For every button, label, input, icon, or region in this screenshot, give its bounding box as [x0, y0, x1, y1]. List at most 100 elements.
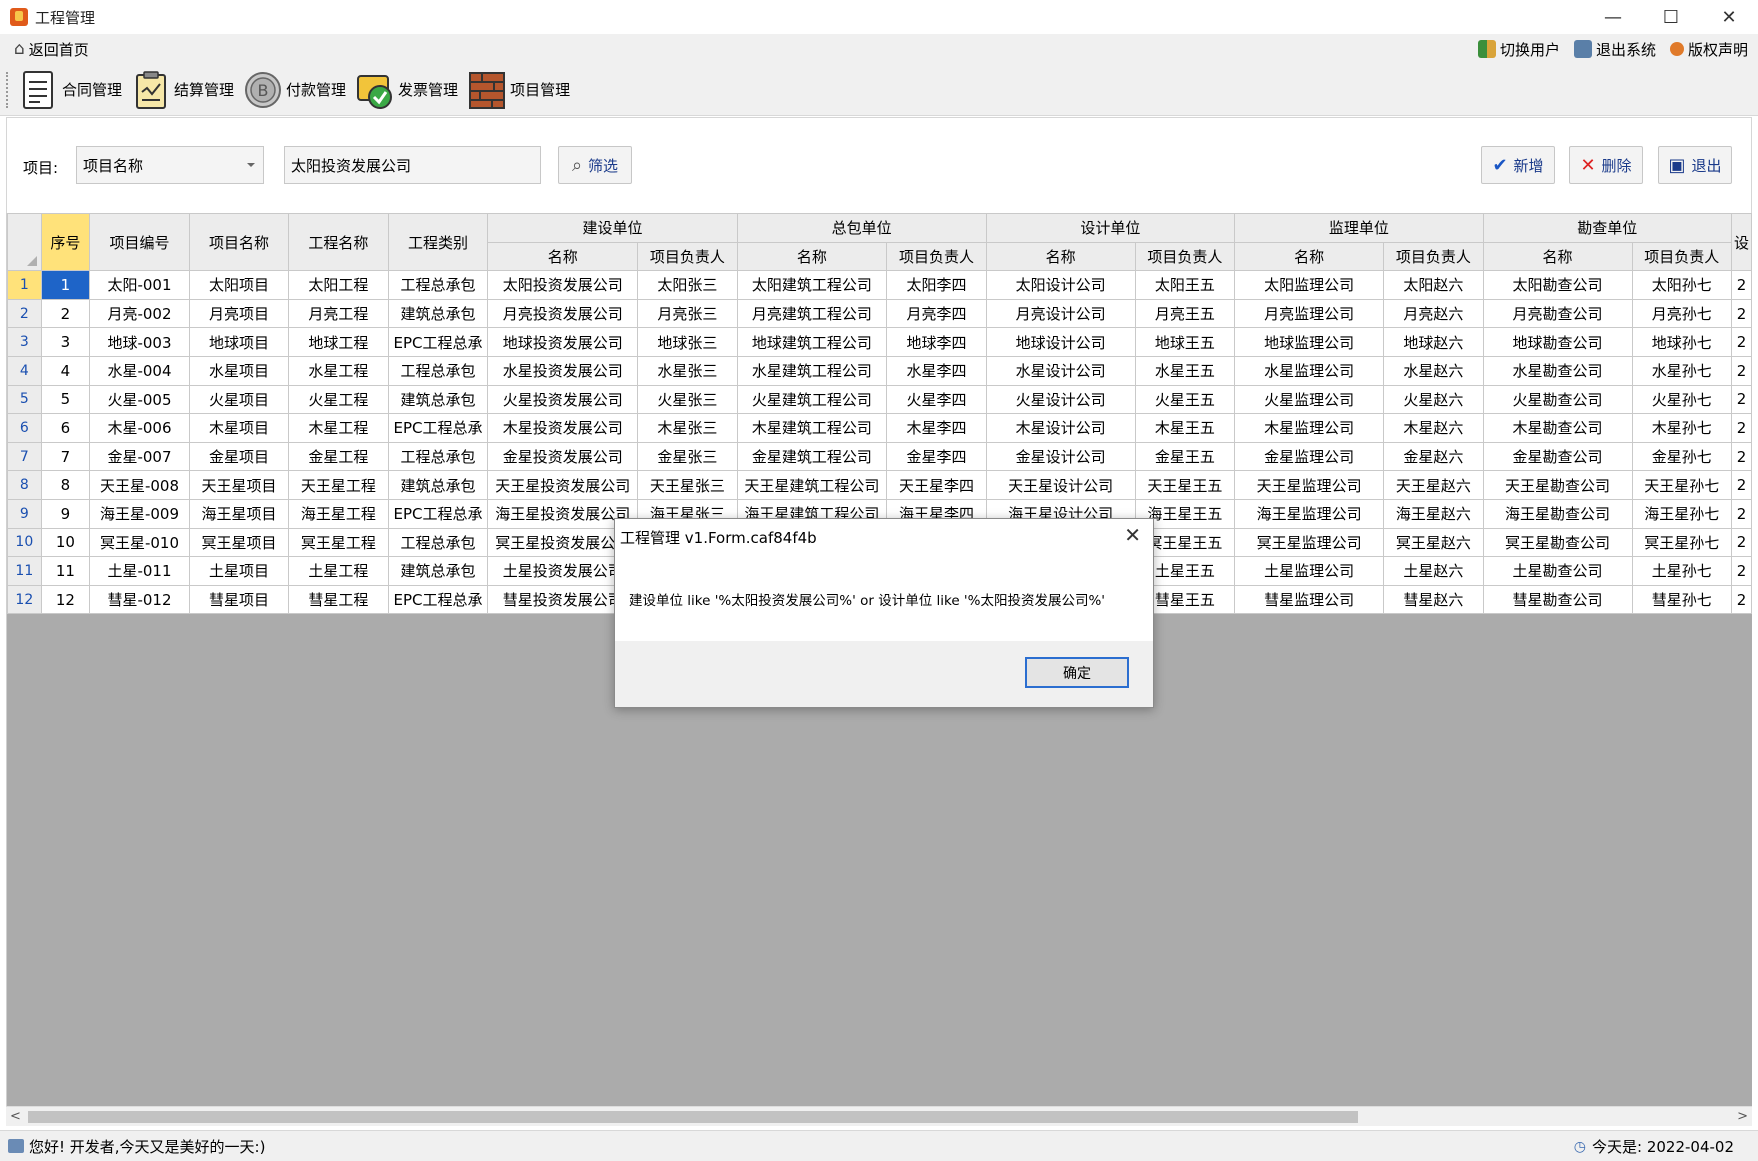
cell-x[interactable]: 2 — [1730, 384, 1752, 415]
cell-l2[interactable]: 木星李四 — [886, 413, 987, 443]
cell-type[interactable]: EPC工程总承 — [387, 584, 489, 615]
cell-l5[interactable]: 海王星孙七 — [1631, 498, 1732, 529]
cell-x[interactable]: 2 — [1730, 413, 1752, 443]
cell-l2[interactable]: 月亮李四 — [886, 298, 987, 329]
cell-c5[interactable]: 冥王星勘查公司 — [1482, 527, 1633, 558]
cell-code[interactable]: 金星-007 — [89, 441, 190, 472]
cell-name[interactable]: 地球项目 — [188, 327, 290, 357]
cell-l3[interactable]: 地球王五 — [1134, 327, 1236, 357]
cell-name[interactable]: 金星项目 — [188, 441, 290, 472]
cell-l1[interactable]: 水星张三 — [637, 355, 738, 386]
cell-name[interactable]: 月亮项目 — [188, 298, 290, 329]
cell-l2[interactable]: 天王星李四 — [886, 470, 987, 500]
scroll-left-icon[interactable]: < — [10, 1109, 21, 1124]
cell-l2[interactable]: 水星李四 — [886, 355, 987, 386]
cell-eng[interactable]: 冥王星工程 — [288, 527, 389, 558]
invoice-button[interactable]: 发票管理 — [356, 70, 458, 110]
cell-c3[interactable]: 火星设计公司 — [985, 384, 1136, 415]
cell-c5[interactable]: 水星勘查公司 — [1482, 355, 1633, 386]
cell-code[interactable]: 太阳-001 — [89, 270, 190, 300]
cell-seq[interactable]: 8 — [40, 470, 91, 500]
cell-c5[interactable]: 太阳勘查公司 — [1482, 270, 1633, 300]
cell-name[interactable]: 天王星项目 — [188, 470, 290, 500]
cell-seq[interactable]: 6 — [40, 413, 91, 443]
cell-c1[interactable]: 火星投资发展公司 — [487, 384, 639, 415]
row-number[interactable]: 5 — [7, 384, 42, 415]
cell-type[interactable]: EPC工程总承 — [387, 413, 489, 443]
cell-l5[interactable]: 水星孙七 — [1631, 355, 1732, 386]
cell-name[interactable]: 冥王星项目 — [188, 527, 290, 558]
cell-name[interactable]: 太阳项目 — [188, 270, 290, 300]
minimize-button[interactable]: — — [1584, 0, 1642, 34]
cell-c4[interactable]: 天王星监理公司 — [1234, 470, 1385, 500]
cell-name[interactable]: 海王星项目 — [188, 498, 290, 529]
cell-l3[interactable]: 水星王五 — [1134, 355, 1236, 386]
table-row[interactable]: 1 1 太阳-001 太阳项目 太阳工程 工程总承包 太阳投资发展公司 太阳张三 太阳建筑工程公… — [7, 270, 1752, 300]
cell-c4[interactable]: 月亮监理公司 — [1234, 298, 1385, 329]
exit-system-menu-item[interactable]: 退出系统 — [1573, 39, 1656, 60]
cell-c4[interactable]: 冥王星监理公司 — [1234, 527, 1385, 558]
cell-name[interactable]: 水星项目 — [188, 355, 290, 386]
cell-l4[interactable]: 太阳赵六 — [1383, 270, 1484, 300]
cell-c2[interactable]: 火星建筑工程公司 — [736, 384, 888, 415]
cell-l3[interactable]: 木星王五 — [1134, 413, 1236, 443]
cell-eng[interactable]: 金星工程 — [288, 441, 389, 472]
table-row[interactable]: 3 3 地球-003 地球项目 地球工程 EPC工程总承 地球投资发展公司 地球张三 地球建筑工… — [7, 327, 1752, 357]
cell-x[interactable]: 2 — [1730, 470, 1752, 500]
cell-c3[interactable]: 天王星设计公司 — [985, 470, 1136, 500]
cell-eng[interactable]: 火星工程 — [288, 384, 389, 415]
cell-l4[interactable]: 地球赵六 — [1383, 327, 1484, 357]
header-code[interactable]: 项目编号 — [89, 213, 190, 272]
header-sub-lead[interactable]: 项目负责人 — [886, 241, 987, 272]
table-row[interactable]: 6 6 木星-006 木星项目 木星工程 EPC工程总承 木星投资发展公司 木星张三 木星建筑工… — [7, 413, 1752, 443]
cell-x[interactable]: 2 — [1730, 298, 1752, 329]
ok-button[interactable]: 确定 — [1025, 657, 1129, 688]
cell-name[interactable]: 彗星项目 — [188, 584, 290, 615]
cell-l3[interactable]: 月亮王五 — [1134, 298, 1236, 329]
header-sub-name[interactable]: 名称 — [1482, 241, 1633, 272]
cell-eng[interactable]: 月亮工程 — [288, 298, 389, 329]
cell-c3[interactable]: 水星设计公司 — [985, 355, 1136, 386]
cell-l1[interactable]: 月亮张三 — [637, 298, 738, 329]
cell-c1[interactable]: 地球投资发展公司 — [487, 327, 639, 357]
cell-l5[interactable]: 金星孙七 — [1631, 441, 1732, 472]
header-sub-name[interactable]: 名称 — [736, 241, 888, 272]
cell-l5[interactable]: 月亮孙七 — [1631, 298, 1732, 329]
cell-seq[interactable]: 4 — [40, 355, 91, 386]
cell-c4[interactable]: 火星监理公司 — [1234, 384, 1385, 415]
cell-x[interactable]: 2 — [1730, 556, 1752, 586]
cell-c1[interactable]: 木星投资发展公司 — [487, 413, 639, 443]
cell-eng[interactable]: 海王星工程 — [288, 498, 389, 529]
cell-c5[interactable]: 地球勘查公司 — [1482, 327, 1633, 357]
cell-seq[interactable]: 11 — [40, 556, 91, 586]
cell-code[interactable]: 月亮-002 — [89, 298, 190, 329]
cell-code[interactable]: 火星-005 — [89, 384, 190, 415]
cell-name[interactable]: 火星项目 — [188, 384, 290, 415]
cell-c2[interactable]: 木星建筑工程公司 — [736, 413, 888, 443]
cell-eng[interactable]: 天王星工程 — [288, 470, 389, 500]
cell-x[interactable]: 2 — [1730, 498, 1752, 529]
cell-seq[interactable]: 1 — [40, 270, 91, 300]
cell-eng[interactable]: 木星工程 — [288, 413, 389, 443]
delete-button[interactable]: ✕ 删除 — [1569, 146, 1643, 184]
cell-eng[interactable]: 土星工程 — [288, 556, 389, 586]
cell-c2[interactable]: 金星建筑工程公司 — [736, 441, 888, 472]
cell-l4[interactable]: 火星赵六 — [1383, 384, 1484, 415]
cell-c4[interactable]: 彗星监理公司 — [1234, 584, 1385, 615]
cell-x[interactable]: 2 — [1730, 527, 1752, 558]
cell-eng[interactable]: 水星工程 — [288, 355, 389, 386]
cell-c5[interactable]: 彗星勘查公司 — [1482, 584, 1633, 615]
cell-c2[interactable]: 水星建筑工程公司 — [736, 355, 888, 386]
contract-button[interactable]: 合同管理 — [20, 70, 122, 110]
cell-seq[interactable]: 5 — [40, 384, 91, 415]
row-number[interactable]: 11 — [7, 556, 42, 586]
cell-c4[interactable]: 水星监理公司 — [1234, 355, 1385, 386]
cell-l4[interactable]: 天王星赵六 — [1383, 470, 1484, 500]
cell-x[interactable]: 2 — [1730, 584, 1752, 615]
cell-l1[interactable]: 太阳张三 — [637, 270, 738, 300]
cell-l4[interactable]: 水星赵六 — [1383, 355, 1484, 386]
cell-c1[interactable]: 月亮投资发展公司 — [487, 298, 639, 329]
header-sub-lead[interactable]: 项目负责人 — [1134, 241, 1236, 272]
cell-l5[interactable]: 火星孙七 — [1631, 384, 1732, 415]
cell-c1[interactable]: 金星投资发展公司 — [487, 441, 639, 472]
